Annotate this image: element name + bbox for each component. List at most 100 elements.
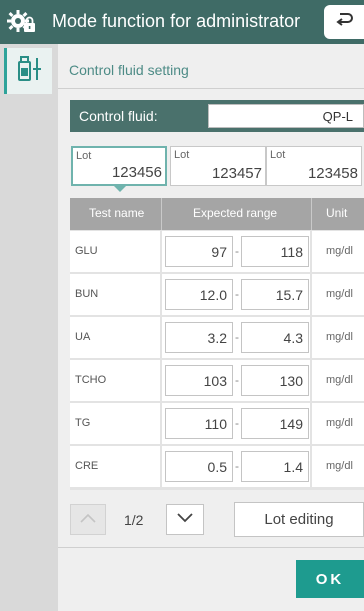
range-separator: - <box>235 459 239 473</box>
lot-number: 123457 <box>211 165 262 182</box>
unit-text: mg/dl <box>326 417 353 429</box>
range-high-value: 149 <box>279 416 303 432</box>
range-cell: 103 - 130 <box>162 360 310 401</box>
range-cell: 110 - 149 <box>162 403 310 444</box>
range-high-input[interactable]: 15.7 <box>241 279 309 310</box>
chevron-up-icon <box>79 511 97 529</box>
range-low-input[interactable]: 97 <box>165 236 233 267</box>
back-button[interactable] <box>324 5 364 39</box>
control-fluid-icon <box>16 55 44 87</box>
range-cell: 12.0 - 15.7 <box>162 274 310 315</box>
back-arrow-icon <box>333 9 355 36</box>
table-row: GLU 97 - 118 mg/dl <box>70 231 364 273</box>
test-name: TG <box>75 417 91 429</box>
lot-editing-button[interactable]: Lot editing <box>234 502 364 537</box>
test-name-cell: GLU <box>70 231 160 272</box>
settings-lock-icon <box>6 8 38 36</box>
range-low-input[interactable]: 110 <box>165 408 233 439</box>
control-fluid-row: Control fluid: QP-L <box>70 100 364 132</box>
range-high-input[interactable]: 118 <box>241 236 309 267</box>
unit-text: mg/dl <box>326 374 353 386</box>
title-bar: Mode function for administrator <box>0 0 364 44</box>
range-separator: - <box>235 287 239 301</box>
page-down-button[interactable] <box>166 504 204 535</box>
table-row: CRE 0.5 - 1.4 mg/dl <box>70 446 364 488</box>
expected-range-table: Test name Expected range Unit GLU 97 - 1… <box>70 198 364 490</box>
column-header-unit: Unit <box>326 206 348 220</box>
sidebar-item-control-fluid[interactable] <box>4 48 52 94</box>
range-low-value: 110 <box>204 416 227 432</box>
section-title: Control fluid setting <box>69 62 189 78</box>
unit-text: mg/dl <box>326 460 353 472</box>
test-name-cell: UA <box>70 317 160 358</box>
column-header-test-name: Test name <box>89 206 145 220</box>
range-low-input[interactable]: 103 <box>165 365 233 396</box>
table-row: BUN 12.0 - 15.7 mg/dl <box>70 274 364 316</box>
range-high-value: 118 <box>280 244 303 260</box>
test-name: BUN <box>75 288 99 300</box>
range-low-value: 103 <box>203 373 227 389</box>
test-name: CRE <box>75 460 99 472</box>
range-cell: 97 - 118 <box>162 231 310 272</box>
test-name: UA <box>75 331 91 343</box>
range-high-input[interactable]: 1.4 <box>241 451 309 482</box>
lot-tab-1[interactable]: Lot 123456 <box>71 146 167 186</box>
range-separator: - <box>235 244 239 258</box>
table-row: UA 3.2 - 4.3 mg/dl <box>70 317 364 359</box>
sidebar <box>0 44 58 611</box>
unit-text: mg/dl <box>326 288 353 300</box>
range-high-value: 130 <box>279 373 303 389</box>
test-name-cell: TCHO <box>70 360 160 401</box>
section-divider <box>58 88 364 89</box>
table-row: TCHO 103 - 130 mg/dl <box>70 360 364 402</box>
range-separator: - <box>235 416 239 430</box>
lot-label: Lot <box>174 149 190 161</box>
range-high-value: 15.7 <box>275 287 303 303</box>
range-high-input[interactable]: 4.3 <box>241 322 309 353</box>
range-low-value: 12.0 <box>199 287 227 303</box>
unit-cell: mg/dl <box>312 274 364 315</box>
range-high-value: 4.3 <box>283 330 303 346</box>
ok-button[interactable]: OK <box>296 560 364 598</box>
range-cell: 0.5 - 1.4 <box>162 446 310 487</box>
range-high-input[interactable]: 130 <box>241 365 309 396</box>
range-high-input[interactable]: 149 <box>241 408 309 439</box>
range-high-value: 1.4 <box>283 459 303 475</box>
unit-cell: mg/dl <box>312 403 364 444</box>
range-low-value: 3.2 <box>207 330 227 346</box>
lot-tab-3[interactable]: Lot 123458 <box>266 146 362 186</box>
test-name-cell: BUN <box>70 274 160 315</box>
main-content: Control fluid setting Control fluid: QP-… <box>58 44 364 611</box>
control-fluid-field[interactable]: QP-L <box>208 104 364 128</box>
page-up-button[interactable] <box>70 504 106 535</box>
selected-lot-pointer <box>113 185 127 192</box>
range-low-value: 0.5 <box>207 459 227 475</box>
footer-divider <box>58 547 364 548</box>
column-header-expected-range: Expected range <box>193 206 278 220</box>
lot-label: Lot <box>76 150 92 162</box>
test-name-cell: TG <box>70 403 160 444</box>
range-low-value: 97 <box>211 244 227 260</box>
lot-number: 123456 <box>111 164 162 181</box>
range-low-input[interactable]: 12.0 <box>165 279 233 310</box>
table-row: TG 110 - 149 mg/dl <box>70 403 364 445</box>
lot-number: 123458 <box>307 165 358 182</box>
unit-cell: mg/dl <box>312 446 364 487</box>
range-separator: - <box>235 373 239 387</box>
table-header: Test name Expected range Unit <box>70 198 364 230</box>
test-name-cell: CRE <box>70 446 160 487</box>
unit-text: mg/dl <box>326 331 353 343</box>
range-low-input[interactable]: 0.5 <box>165 451 233 482</box>
column-divider <box>311 198 312 230</box>
test-name: TCHO <box>75 374 107 386</box>
lot-tab-2[interactable]: Lot 123457 <box>170 146 266 186</box>
control-fluid-label: Control fluid: <box>79 108 158 124</box>
range-low-input[interactable]: 3.2 <box>165 322 233 353</box>
unit-cell: mg/dl <box>312 317 364 358</box>
lot-label: Lot <box>270 149 286 161</box>
test-name: GLU <box>75 245 98 257</box>
chevron-down-icon <box>176 511 194 529</box>
page-indicator: 1/2 <box>124 512 144 528</box>
column-divider <box>161 198 162 230</box>
range-separator: - <box>235 330 239 344</box>
